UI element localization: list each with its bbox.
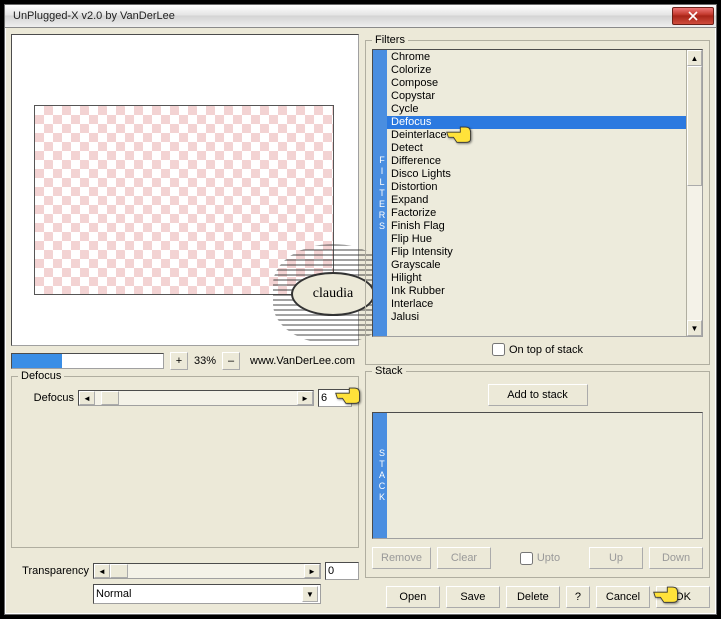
filter-item[interactable]: Compose xyxy=(387,77,686,90)
filter-item[interactable]: Ink Rubber xyxy=(387,285,686,298)
filter-item[interactable]: Flip Hue xyxy=(387,233,686,246)
defocus-legend: Defocus xyxy=(18,370,64,382)
app-window: UnPlugged-X v2.0 by VanDerLee claudia + … xyxy=(4,4,717,615)
filter-item[interactable]: Finish Flag xyxy=(387,220,686,233)
filters-group: Filters FILTERS ChromeColorizeComposeCop… xyxy=(365,40,710,365)
stack-group: Stack Add to stack STACK Remove Clear Up… xyxy=(365,371,710,578)
scroll-thumb[interactable] xyxy=(687,66,702,186)
on-top-label: On top of stack xyxy=(509,344,583,356)
filters-list[interactable]: ChromeColorizeComposeCopystarCycleDefocu… xyxy=(387,50,686,336)
ok-button[interactable]: OK xyxy=(656,586,710,608)
filters-side-tab: FILTERS xyxy=(373,50,387,336)
transparency-thumb[interactable] xyxy=(110,564,128,578)
save-button[interactable]: Save xyxy=(446,586,500,608)
zoom-bar[interactable] xyxy=(11,353,164,369)
defocus-group: Defocus Defocus ◄ ► xyxy=(11,376,359,548)
upto-label: Upto xyxy=(537,552,560,564)
on-top-checkbox[interactable] xyxy=(492,343,505,356)
filters-legend: Filters xyxy=(372,34,408,46)
scroll-up[interactable]: ▲ xyxy=(687,50,702,66)
close-button[interactable] xyxy=(672,7,714,25)
zoom-percent: 33% xyxy=(194,355,216,367)
transparency-dec[interactable]: ◄ xyxy=(94,564,110,578)
stack-side-tab: STACK xyxy=(373,413,387,538)
preview-canvas: claudia xyxy=(34,105,334,295)
filters-scrollbar[interactable]: ▲ ▼ xyxy=(686,50,702,336)
chevron-down-icon: ▼ xyxy=(302,586,318,602)
filter-item[interactable]: Chrome xyxy=(387,51,686,64)
defocus-value-input[interactable] xyxy=(318,389,352,407)
cancel-button[interactable]: Cancel xyxy=(596,586,650,608)
filter-item[interactable]: Disco Lights xyxy=(387,168,686,181)
filter-item[interactable]: Flip Intensity xyxy=(387,246,686,259)
defocus-dec[interactable]: ◄ xyxy=(79,391,95,405)
upto-checkbox[interactable] xyxy=(520,552,533,565)
filter-item[interactable]: Interlace xyxy=(387,298,686,311)
defocus-slider[interactable]: ◄ ► xyxy=(78,390,314,406)
zoom-in-button[interactable]: + xyxy=(170,352,188,370)
stack-list[interactable]: STACK xyxy=(372,412,703,539)
preview-area[interactable]: claudia xyxy=(11,34,359,346)
filter-item[interactable]: Colorize xyxy=(387,64,686,77)
filter-item[interactable]: Hilight xyxy=(387,272,686,285)
window-title: UnPlugged-X v2.0 by VanDerLee xyxy=(13,10,672,22)
blend-mode-select[interactable]: Normal ▼ xyxy=(93,584,321,604)
filter-item[interactable]: Defocus xyxy=(387,116,686,129)
clear-button[interactable]: Clear xyxy=(437,547,491,569)
close-icon xyxy=(688,11,698,21)
filter-item[interactable]: Detect xyxy=(387,142,686,155)
transparency-inc[interactable]: ► xyxy=(304,564,320,578)
down-button[interactable]: Down xyxy=(649,547,703,569)
zoom-out-button[interactable]: – xyxy=(222,352,240,370)
filter-item[interactable]: Factorize xyxy=(387,207,686,220)
remove-button[interactable]: Remove xyxy=(372,547,431,569)
help-button[interactable]: ? xyxy=(566,586,590,608)
filter-item[interactable]: Distortion xyxy=(387,181,686,194)
filter-item[interactable]: Difference xyxy=(387,155,686,168)
blend-mode-value: Normal xyxy=(96,588,131,600)
up-button[interactable]: Up xyxy=(589,547,643,569)
transparency-label: Transparency xyxy=(11,565,89,577)
defocus-inc[interactable]: ► xyxy=(297,391,313,405)
filter-item[interactable]: Grayscale xyxy=(387,259,686,272)
add-to-stack-button[interactable]: Add to stack xyxy=(488,384,588,406)
filter-item[interactable]: Expand xyxy=(387,194,686,207)
filter-item[interactable]: Deinterlace xyxy=(387,129,686,142)
transparency-value-input[interactable] xyxy=(325,562,359,580)
transparency-slider[interactable]: ◄ ► xyxy=(93,563,321,579)
scroll-down[interactable]: ▼ xyxy=(687,320,702,336)
open-button[interactable]: Open xyxy=(386,586,440,608)
defocus-thumb[interactable] xyxy=(101,391,119,405)
defocus-param-label: Defocus xyxy=(18,392,74,404)
titlebar: UnPlugged-X v2.0 by VanDerLee xyxy=(5,5,716,28)
filter-item[interactable]: Cycle xyxy=(387,103,686,116)
stack-legend: Stack xyxy=(372,365,406,377)
filter-item[interactable]: Jalusi xyxy=(387,311,686,324)
vendor-url: www.VanDerLee.com xyxy=(246,355,359,367)
filter-item[interactable]: Copystar xyxy=(387,90,686,103)
delete-button[interactable]: Delete xyxy=(506,586,560,608)
